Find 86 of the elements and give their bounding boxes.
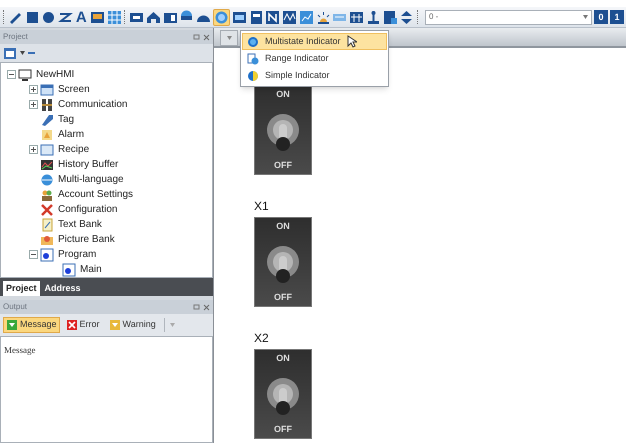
circle-icon[interactable] — [41, 10, 56, 24]
switch-panel[interactable]: ON OFF — [254, 349, 312, 439]
close-icon[interactable] — [203, 304, 210, 310]
tree-item[interactable]: Communication — [58, 97, 128, 112]
square-icon[interactable] — [24, 10, 40, 24]
tree-item[interactable]: Picture Bank — [58, 232, 115, 247]
half-circle-icon — [247, 70, 259, 82]
document-icon[interactable] — [248, 10, 264, 24]
switch-label: X1 — [254, 198, 269, 215]
tree-item[interactable]: Text Bank — [58, 217, 102, 232]
bit-button[interactable]: 1 — [610, 10, 624, 24]
switch-on-label: ON — [276, 220, 290, 233]
panel-tab[interactable]: Project — [3, 281, 40, 296]
dropdown-arrow-icon[interactable] — [20, 51, 25, 55]
anchor-icon[interactable] — [366, 10, 380, 24]
error-icon — [66, 319, 78, 331]
switch-off-label: OFF — [274, 290, 292, 304]
dropdown-arrow-icon — [226, 36, 232, 40]
pin-icon[interactable] — [193, 34, 200, 40]
minus-icon[interactable] — [28, 52, 35, 54]
wave-icon[interactable] — [282, 10, 297, 24]
switch-off-label: OFF — [274, 422, 292, 436]
pin-icon[interactable] — [193, 304, 200, 310]
menu-item[interactable]: Range Indicator — [242, 50, 387, 67]
document-tab[interactable] — [220, 30, 238, 46]
history-icon — [40, 158, 54, 172]
expand-icon[interactable] — [29, 145, 38, 154]
column-header: Message — [4, 345, 36, 355]
collapse-icon[interactable] — [7, 70, 16, 79]
tag-icon — [40, 112, 54, 126]
tree-item[interactable]: Account Settings — [58, 187, 134, 202]
monitor-icon — [18, 68, 32, 82]
switch-on-label: ON — [276, 352, 290, 365]
picture-icon[interactable] — [90, 10, 104, 24]
switch-label: X2 — [254, 330, 269, 347]
tree-item[interactable]: Tag — [58, 112, 74, 127]
switch-panel[interactable]: ON OFF — [254, 217, 312, 307]
collapse-icon[interactable] — [29, 250, 38, 259]
recipe-icon — [40, 142, 54, 156]
tree-item[interactable]: Multi-language — [58, 172, 124, 187]
tree-item[interactable]: Program — [58, 247, 96, 262]
close-icon[interactable] — [203, 34, 210, 40]
program-icon — [40, 248, 54, 262]
house-icon[interactable] — [146, 10, 161, 24]
filter-button[interactable]: Error — [62, 317, 103, 333]
numeric-input-icon[interactable] — [232, 10, 247, 24]
chart-icon[interactable] — [298, 10, 314, 24]
indicator-icon — [247, 36, 259, 48]
tree-item[interactable]: Alarm — [58, 127, 84, 142]
text-tool-button[interactable]: A — [74, 10, 88, 24]
tree-item[interactable]: Screen — [58, 82, 90, 97]
notebook-icon — [40, 218, 54, 232]
tree-item[interactable]: Configuration — [58, 202, 118, 217]
network-icon — [40, 98, 54, 112]
menu-item[interactable]: Multistate Indicator — [242, 33, 387, 50]
value-combo-box[interactable]: 0 - — [424, 10, 592, 24]
switch-off-label: OFF — [274, 158, 292, 172]
expand-icon[interactable] — [29, 85, 38, 94]
mouse-pointer-icon — [346, 35, 357, 48]
table-icon[interactable] — [349, 10, 364, 24]
window-icon — [40, 82, 54, 96]
users-icon — [40, 188, 54, 202]
dropdown-arrow-icon — [583, 15, 588, 19]
grid-icon[interactable] — [106, 10, 122, 24]
properties-icon[interactable] — [3, 46, 17, 60]
panel-title: Output — [3, 301, 28, 313]
up-down-icon[interactable] — [399, 10, 414, 24]
tree-item[interactable]: History Buffer — [58, 157, 118, 172]
range-icon — [247, 52, 259, 64]
alarm-light-icon[interactable] — [316, 10, 330, 24]
panel-tab[interactable]: Address — [42, 281, 84, 296]
switch-on-label: ON — [276, 88, 290, 101]
alarm-icon — [40, 128, 54, 142]
tree-item[interactable]: Recipe — [58, 142, 90, 157]
switch-panel[interactable]: ON OFF — [254, 85, 312, 175]
warning-icon — [108, 319, 121, 331]
tree-item[interactable]: Main — [80, 262, 102, 277]
menu-item[interactable]: Simple Indicator — [242, 67, 387, 84]
panel-title: Project — [3, 31, 28, 43]
message-icon — [6, 319, 18, 331]
n-tile-icon[interactable] — [265, 10, 280, 24]
bit-button[interactable]: 0 — [594, 10, 608, 24]
filter-button[interactable]: Warning — [106, 317, 159, 333]
tree-item[interactable]: NewHMI — [36, 67, 74, 82]
expand-icon[interactable] — [29, 100, 38, 109]
filter-button[interactable]: Message — [3, 317, 60, 333]
